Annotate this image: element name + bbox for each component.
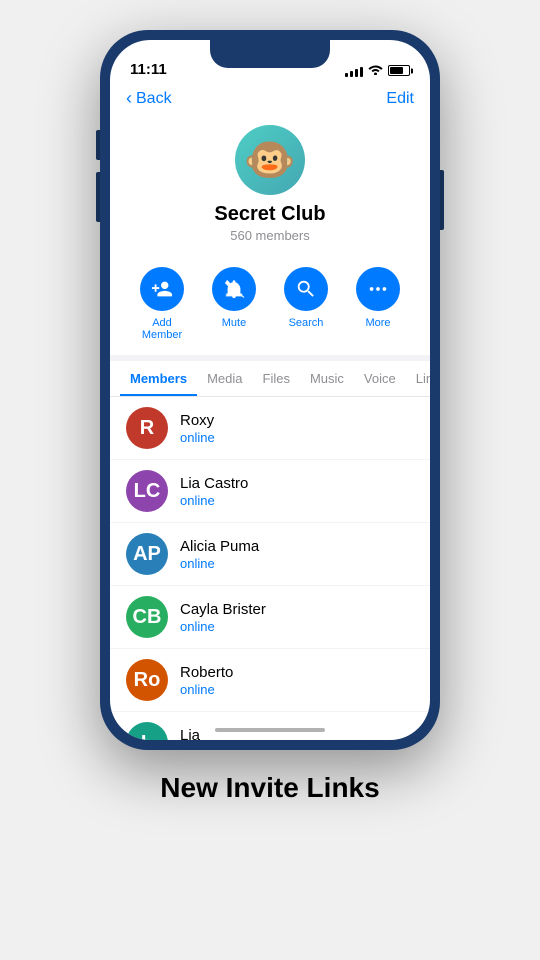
tab-media[interactable]: Media	[197, 361, 252, 396]
more-button[interactable]: More	[348, 267, 408, 341]
member-avatar: CB	[126, 596, 168, 638]
member-info: Liaonline	[180, 727, 215, 741]
nav-bar: ‹ Back Edit	[110, 84, 430, 117]
back-chevron-icon: ‹	[126, 88, 132, 109]
member-item[interactable]: R Roxyonline	[110, 397, 430, 460]
group-header: 🐵 Secret Club 560 members	[110, 117, 430, 257]
more-label: More	[365, 317, 390, 329]
member-name: Roberto	[180, 664, 233, 681]
member-name: Alicia Puma	[180, 538, 259, 555]
tab-music[interactable]: Music	[300, 361, 354, 396]
mute-button[interactable]: Mute	[204, 267, 264, 341]
member-item[interactable]: L Liaonline	[110, 712, 430, 740]
member-status: online	[180, 493, 248, 508]
member-info: Robertoonline	[180, 664, 233, 697]
member-item[interactable]: AP Alicia Pumaonline	[110, 523, 430, 586]
tab-links[interactable]: Lin...	[406, 361, 430, 396]
member-info: Alicia Pumaonline	[180, 538, 259, 571]
page-wrapper: 11:11	[0, 0, 540, 960]
member-status: online	[180, 556, 259, 571]
phone-frame: 11:11	[100, 30, 440, 750]
member-avatar: Ro	[126, 659, 168, 701]
member-item[interactable]: LC Lia Castroonline	[110, 460, 430, 523]
action-buttons: Add Member Mute	[110, 257, 430, 361]
member-item[interactable]: Ro Robertoonline	[110, 649, 430, 712]
member-avatar: LC	[126, 470, 168, 512]
signal-icon	[345, 65, 363, 77]
phone-container: 11:11	[100, 30, 440, 750]
tabs-bar: Members Media Files Music Voice	[110, 361, 430, 397]
back-label: Back	[136, 90, 172, 108]
tagline: New Invite Links	[160, 772, 379, 804]
group-name: Secret Club	[214, 203, 325, 226]
member-avatar: L	[126, 722, 168, 740]
home-indicator	[215, 728, 325, 732]
tab-files[interactable]: Files	[253, 361, 300, 396]
status-icons	[345, 63, 410, 78]
member-status: online	[180, 619, 266, 634]
member-status: online	[180, 682, 233, 697]
member-info: Cayla Bristeronline	[180, 601, 266, 634]
search-label: Search	[289, 317, 324, 329]
member-item[interactable]: CB Cayla Bristeronline	[110, 586, 430, 649]
members-list: RRoxyonlineLCLia CastroonlineAPAlicia Pu…	[110, 397, 430, 740]
member-avatar: AP	[126, 533, 168, 575]
wifi-icon	[368, 63, 383, 78]
member-info: Roxyonline	[180, 412, 215, 445]
screen-content: ‹ Back Edit 🐵 Secret Club 560 members	[110, 84, 430, 740]
battery-fill	[390, 67, 403, 74]
status-time: 11:11	[130, 61, 167, 78]
search-icon	[284, 267, 328, 311]
more-icon	[356, 267, 400, 311]
member-info: Lia Castroonline	[180, 475, 248, 508]
member-name: Cayla Brister	[180, 601, 266, 618]
tab-voice[interactable]: Voice	[354, 361, 406, 396]
group-emoji: 🐵	[244, 136, 296, 185]
group-members-count: 560 members	[230, 228, 309, 243]
add-member-button[interactable]: Add Member	[132, 267, 192, 341]
phone-screen: 11:11	[110, 40, 430, 740]
mute-icon	[212, 267, 256, 311]
member-avatar: R	[126, 407, 168, 449]
power-btn[interactable]	[440, 170, 444, 230]
edit-button[interactable]: Edit	[386, 90, 414, 108]
battery-icon	[388, 65, 410, 76]
member-name: Lia Castro	[180, 475, 248, 492]
tab-members[interactable]: Members	[120, 361, 197, 396]
add-member-icon	[140, 267, 184, 311]
mute-label: Mute	[222, 317, 246, 329]
member-name: Lia	[180, 727, 215, 741]
back-button[interactable]: ‹ Back	[126, 88, 172, 109]
notch	[210, 40, 330, 68]
add-member-label: Add Member	[132, 317, 192, 341]
member-name: Roxy	[180, 412, 215, 429]
member-status: online	[180, 430, 215, 445]
group-avatar: 🐵	[235, 125, 305, 195]
search-button[interactable]: Search	[276, 267, 336, 341]
